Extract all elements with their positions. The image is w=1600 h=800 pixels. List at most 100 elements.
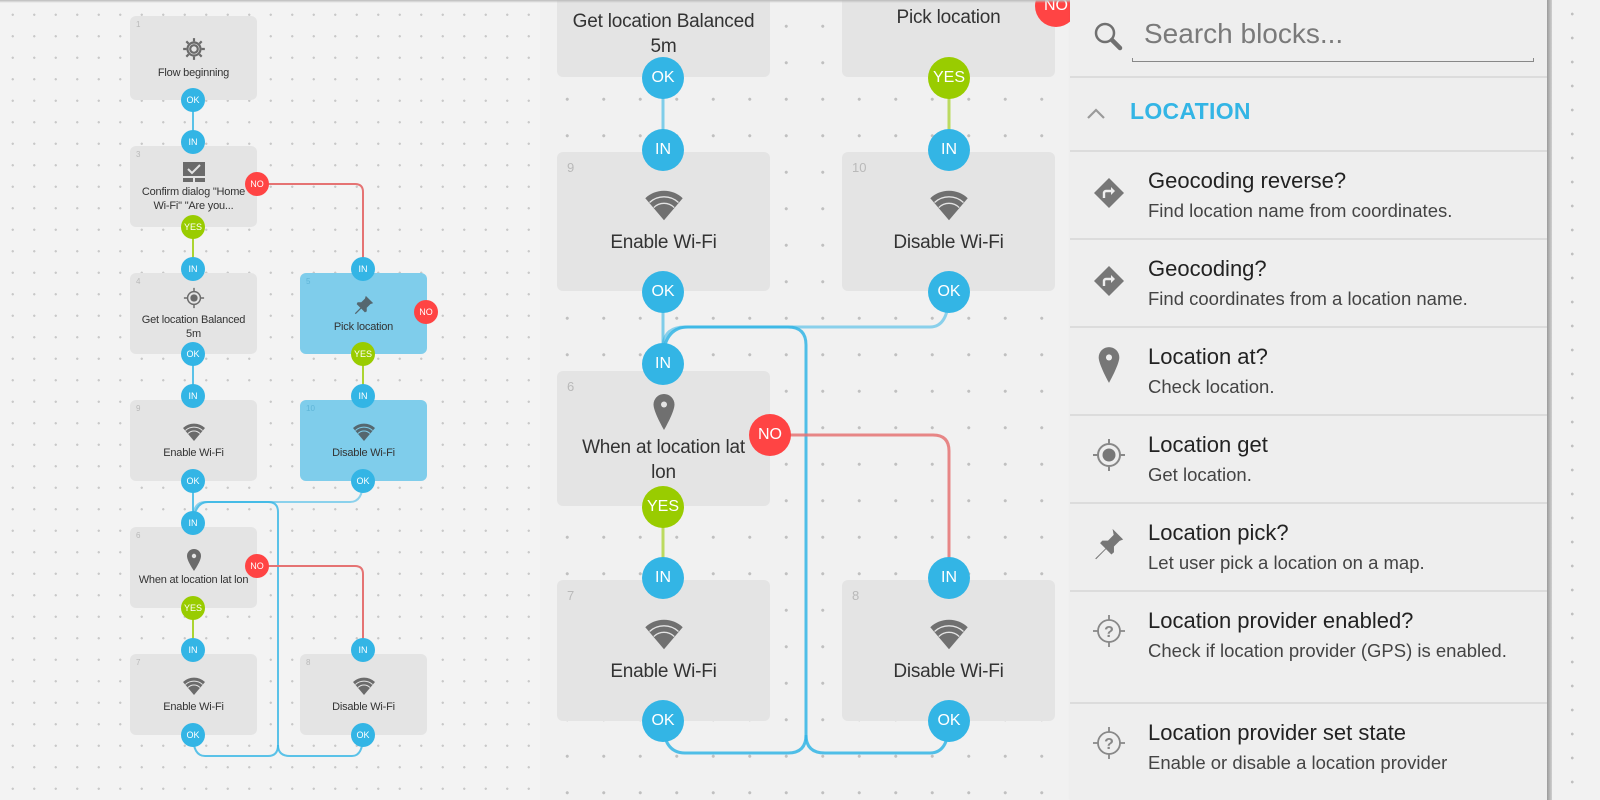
flow-overview-canvas[interactable]: 1 Flow beginning OK IN 3 Confirm dialog … [0, 0, 540, 800]
block-label: Disable Wi-Fi [332, 446, 395, 459]
item-description: Find coordinates from a location name. [1148, 288, 1468, 309]
wifi-icon [352, 422, 376, 442]
port-yes[interactable]: YES [351, 342, 375, 366]
block-number: 7 [136, 658, 141, 667]
block-number: 6 [567, 379, 575, 394]
port-ok[interactable]: OK [642, 57, 684, 99]
block-number: 9 [567, 160, 575, 175]
port-yes[interactable]: YES [642, 486, 684, 528]
port-no[interactable]: NO [245, 554, 269, 578]
chevron-up-icon[interactable] [1084, 102, 1108, 126]
item-title: Location pick? [1148, 520, 1289, 545]
block-label: Enable Wi-Fi [163, 446, 224, 459]
block-label: Enable Wi-Fi [163, 700, 224, 713]
crosshair-icon [183, 287, 205, 309]
search-icon [1092, 20, 1124, 52]
search-bar [1070, 0, 1547, 78]
block-label: Enable Wi-Fi [610, 232, 717, 253]
port-ok[interactable]: OK [181, 723, 205, 747]
port-ok[interactable]: OK [181, 88, 205, 112]
block-label: When at location lat lon [582, 436, 745, 483]
wifi-icon [928, 617, 970, 651]
block-list-item[interactable]: Location at? Check location. [1070, 328, 1547, 416]
wifi-icon [928, 188, 970, 222]
item-title: Geocoding? [1148, 256, 1267, 281]
port-no[interactable]: NO [414, 300, 438, 324]
block-list-item[interactable]: Geocoding? Find coordinates from a locat… [1070, 240, 1547, 328]
port-ok[interactable]: OK [928, 271, 970, 313]
block-label: Get location Balanced 5m [572, 10, 755, 57]
block-label: Disable Wi-Fi [332, 700, 395, 713]
svg-text:?: ? [1104, 736, 1114, 753]
port-yes[interactable]: YES [181, 215, 205, 239]
wifi-icon [643, 617, 685, 651]
canvas-right-edge [1552, 0, 1600, 800]
block-number: 10 [852, 160, 867, 175]
block-list-item[interactable]: Location get Get location. [1070, 416, 1547, 504]
directions-diamond-icon [1090, 262, 1128, 300]
port-in[interactable]: IN [642, 557, 684, 599]
port-in[interactable]: IN [351, 257, 375, 281]
map-pin-icon [652, 393, 676, 431]
directions-diamond-icon [1090, 174, 1128, 212]
port-ok[interactable]: OK [181, 342, 205, 366]
block-number: 7 [567, 588, 575, 603]
port-ok[interactable]: OK [642, 700, 684, 742]
gear-icon [181, 36, 207, 62]
category-header-location[interactable]: LOCATION [1070, 78, 1547, 152]
port-ok[interactable]: OK [642, 271, 684, 313]
wire-no [257, 565, 364, 650]
map-pin-icon [186, 548, 202, 571]
port-in[interactable]: IN [181, 384, 205, 408]
block-label: Get location Balanced 5m [141, 313, 246, 340]
block-list-item[interactable]: Location pick? Let user pick a location … [1070, 504, 1547, 592]
dialog-check-icon [182, 161, 206, 183]
block-label: Disable Wi-Fi [893, 661, 1004, 682]
port-ok[interactable]: OK [351, 469, 375, 493]
item-title: Location at? [1148, 344, 1268, 369]
crosshair-icon [1090, 436, 1128, 474]
block-number: 9 [136, 404, 141, 413]
block-number: 8 [852, 588, 860, 603]
block-list-item[interactable]: Geocoding reverse? Find location name fr… [1070, 152, 1547, 240]
port-in[interactable]: IN [181, 511, 205, 535]
port-ok[interactable]: OK [181, 469, 205, 493]
port-in[interactable]: IN [928, 129, 970, 171]
wifi-icon [352, 676, 376, 696]
block-number: 8 [306, 658, 311, 667]
port-in[interactable]: IN [351, 384, 375, 408]
block-label: Confirm dialog "Home Wi-Fi" "Are you... [141, 185, 246, 212]
item-description: Let user pick a location on a map. [1148, 552, 1425, 573]
port-in[interactable]: IN [351, 638, 375, 662]
item-description: Find location name from coordinates. [1148, 200, 1453, 221]
crosshair-question-icon: ? [1090, 612, 1128, 650]
block-number: 6 [136, 531, 141, 540]
port-no[interactable]: NO [749, 414, 791, 456]
port-yes[interactable]: YES [928, 57, 970, 99]
block-list-item[interactable]: ? Location provider set state Enable or … [1070, 704, 1547, 800]
svg-text:?: ? [1104, 624, 1114, 641]
block-list-item[interactable]: ? Location provider enabled? Check if lo… [1070, 592, 1547, 704]
port-yes[interactable]: YES [181, 596, 205, 620]
pushpin-icon [353, 294, 375, 316]
port-in[interactable]: IN [181, 257, 205, 281]
block-label: Enable Wi-Fi [610, 661, 717, 682]
block-library-panel: LOCATION Geocoding reverse? Find locatio… [1070, 0, 1547, 800]
port-in[interactable]: IN [181, 130, 205, 154]
port-in[interactable]: IN [642, 343, 684, 385]
port-in[interactable]: IN [181, 638, 205, 662]
item-description: Check if location provider (GPS) is enab… [1148, 640, 1507, 661]
item-title: Location get [1148, 432, 1268, 457]
wire-ok [804, 720, 951, 755]
map-pin-icon [1090, 346, 1128, 384]
port-in[interactable]: IN [642, 129, 684, 171]
panel-edge-shadow [1547, 0, 1552, 800]
port-no[interactable]: NO [245, 172, 269, 196]
port-in[interactable]: IN [928, 557, 970, 599]
search-input[interactable] [1132, 10, 1532, 58]
top-edge-shadow [0, 0, 1070, 3]
pushpin-icon [1090, 524, 1128, 562]
port-ok[interactable]: OK [351, 723, 375, 747]
flow-zoomed-canvas[interactable]: Get location Balanced 5m OK Pick locatio… [540, 0, 1070, 800]
port-ok[interactable]: OK [928, 700, 970, 742]
